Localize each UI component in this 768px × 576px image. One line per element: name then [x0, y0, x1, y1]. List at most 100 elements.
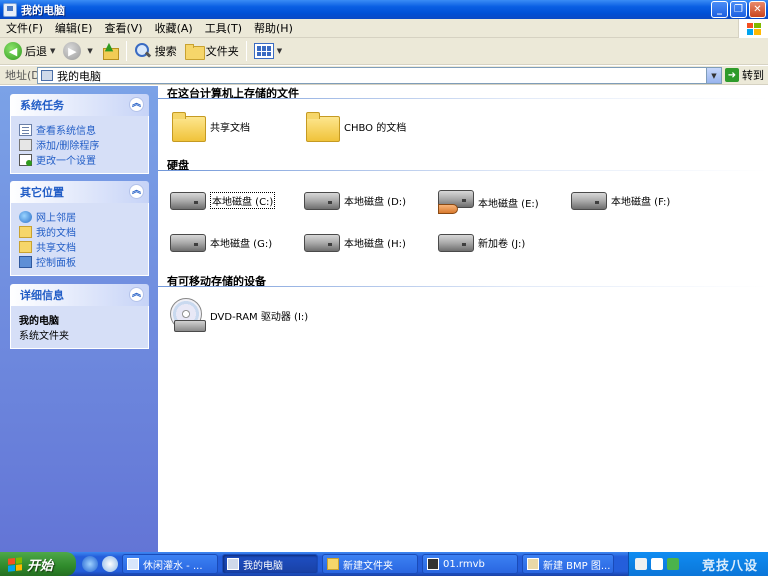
menu-edit[interactable]: 编辑(E)	[49, 20, 99, 36]
shared-drive-icon	[438, 188, 474, 216]
views-dropdown-icon[interactable]: ▼	[277, 47, 282, 55]
collapse-icon[interactable]: ︽	[129, 97, 144, 112]
folders-button[interactable]: 文件夹	[181, 40, 243, 63]
item-label: 本地磁盘 (G:)	[210, 238, 273, 250]
start-button[interactable]: 开始	[0, 552, 76, 576]
network-tray-icon[interactable]	[667, 558, 679, 570]
shared-documents-link[interactable]: 共享文档	[19, 239, 140, 254]
forward-button[interactable]: ▶ ▼	[59, 40, 96, 63]
panel-title: 系统任务	[20, 99, 64, 112]
group-divider	[158, 170, 768, 171]
minimize-button[interactable]: _	[711, 1, 728, 18]
toolbar: ◀ 后退 ▼ ▶ ▼ 搜索 文件夹 ▼	[0, 38, 768, 65]
folder-icon	[306, 112, 340, 142]
details-header[interactable]: 详细信息 ︽	[10, 284, 149, 306]
view-system-info-link[interactable]: 查看系统信息	[19, 122, 140, 137]
go-arrow-icon: ➜	[725, 68, 739, 82]
title-bar[interactable]: 我的电脑 _ ❐ ✕	[0, 0, 768, 19]
windows-logo-icon	[8, 556, 22, 572]
drive-item[interactable]: 本地磁盘 (E:)	[438, 188, 539, 216]
sharing-hand-icon	[438, 204, 458, 214]
item-label: 本地磁盘 (F:)	[611, 196, 671, 208]
start-label: 开始	[27, 558, 54, 574]
link-label: 网上邻居	[36, 213, 76, 224]
taskbar-item[interactable]: 新建 BMP 图...	[522, 554, 614, 574]
task-label: 新建文件夹	[343, 560, 393, 572]
browser-window-icon	[127, 558, 139, 570]
menu-favorites[interactable]: 收藏(A)	[149, 20, 199, 36]
search-button[interactable]: 搜索	[130, 40, 181, 63]
address-dropdown-icon[interactable]: ▼	[706, 68, 721, 83]
internet-explorer-icon[interactable]	[82, 556, 98, 572]
taskbar-item[interactable]: 我的电脑	[222, 554, 318, 574]
drive-item[interactable]: 本地磁盘 (F:)	[571, 190, 670, 210]
up-button[interactable]	[97, 40, 123, 63]
folder-item[interactable]: 共享文档	[172, 112, 250, 142]
drive-item[interactable]: 本地磁盘 (G:)	[170, 232, 272, 252]
change-setting-icon	[19, 153, 32, 166]
collapse-icon[interactable]: ︽	[129, 287, 144, 302]
close-button[interactable]: ✕	[749, 1, 766, 18]
maximize-button[interactable]: ❐	[730, 1, 747, 18]
collapse-icon[interactable]: ︽	[129, 184, 144, 199]
link-label: 添加/删除程序	[36, 141, 100, 152]
media-player-icon[interactable]	[102, 556, 118, 572]
hard-drive-icon	[170, 190, 206, 210]
input-method-icon[interactable]	[635, 558, 647, 570]
taskbar-item[interactable]: 01.rmvb	[422, 554, 518, 574]
file-view: 在这台计算机上存储的文件 共享文档 CHBO 的文档 硬盘 本地磁盘 (C:) …	[158, 86, 768, 552]
link-label: 控制面板	[36, 258, 76, 269]
search-icon	[134, 42, 152, 60]
drive-item[interactable]: DVD-RAM 驱动器 (I:)	[170, 298, 308, 332]
taskbar-item[interactable]: 新建文件夹	[322, 554, 418, 574]
windows-logo-icon	[738, 19, 768, 38]
drive-item[interactable]: 本地磁盘 (H:)	[304, 232, 406, 252]
change-setting-link[interactable]: 更改一个设置	[19, 152, 140, 167]
system-tasks-panel: 系统任务 ︽ 查看系统信息 添加/删除程序 更改一个设置	[10, 94, 149, 174]
dvd-drive-icon	[170, 298, 206, 332]
menu-view[interactable]: 查看(V)	[98, 20, 148, 36]
my-computer-icon	[41, 70, 53, 81]
network-icon	[19, 210, 32, 223]
go-button[interactable]: ➜ 转到	[725, 67, 764, 83]
network-places-link[interactable]: 网上邻居	[19, 209, 140, 224]
panel-title: 详细信息	[20, 289, 64, 302]
hard-drive-icon	[438, 232, 474, 252]
menu-tools[interactable]: 工具(T)	[199, 20, 248, 36]
hard-drive-icon	[170, 232, 206, 252]
back-button[interactable]: ◀ 后退 ▼	[0, 40, 59, 63]
details-type: 系统文件夹	[19, 331, 69, 342]
address-input[interactable]: 我的电脑 ▼	[37, 67, 722, 84]
details-name: 我的电脑	[19, 316, 59, 327]
other-places-panel: 其它位置 ︽ 网上邻居 我的文档 共享文档 控制面板	[10, 181, 149, 276]
forward-dropdown-icon[interactable]: ▼	[87, 47, 92, 55]
other-places-body: 网上邻居 我的文档 共享文档 控制面板	[10, 203, 149, 276]
other-places-header[interactable]: 其它位置 ︽	[10, 181, 149, 203]
my-documents-link[interactable]: 我的文档	[19, 224, 140, 239]
back-label: 后退	[25, 45, 47, 58]
window-controls: _ ❐ ✕	[711, 1, 766, 18]
taskbar-item[interactable]: 休闲灌水 - ...	[122, 554, 218, 574]
add-remove-programs-link[interactable]: 添加/删除程序	[19, 137, 140, 152]
folder-icon	[327, 558, 339, 570]
drive-item[interactable]: 本地磁盘 (C:)	[170, 190, 276, 210]
folder-item[interactable]: CHBO 的文档	[306, 112, 406, 142]
views-button[interactable]: ▼	[250, 40, 286, 63]
back-dropdown-icon[interactable]: ▼	[50, 47, 55, 55]
item-label: 本地磁盘 (C:)	[210, 191, 276, 209]
forward-arrow-icon: ▶	[63, 42, 82, 60]
drive-item[interactable]: 新加卷 (J:)	[438, 232, 525, 252]
system-tasks-header[interactable]: 系统任务 ︽	[10, 94, 149, 116]
quick-launch	[82, 556, 118, 572]
control-panel-link[interactable]: 控制面板	[19, 254, 140, 269]
item-label: 本地磁盘 (E:)	[478, 198, 539, 210]
back-arrow-icon: ◀	[4, 42, 22, 60]
task-label: 我的电脑	[243, 560, 283, 572]
menu-file[interactable]: 文件(F)	[0, 20, 49, 36]
system-tasks-body: 查看系统信息 添加/删除程序 更改一个设置	[10, 116, 149, 174]
menu-help[interactable]: 帮助(H)	[248, 20, 299, 36]
help-icon[interactable]	[651, 558, 663, 570]
drive-item[interactable]: 本地磁盘 (D:)	[304, 190, 406, 210]
system-info-icon	[19, 123, 32, 136]
menu-bar: 文件(F) 编辑(E) 查看(V) 收藏(A) 工具(T) 帮助(H)	[0, 19, 768, 38]
